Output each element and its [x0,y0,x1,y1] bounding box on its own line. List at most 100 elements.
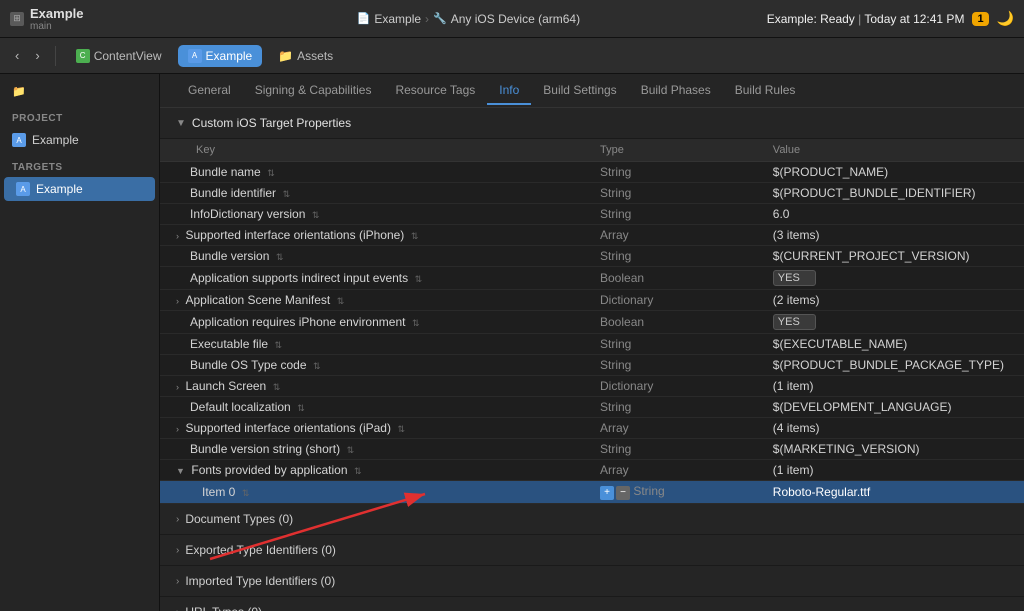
table-row[interactable]: › Supported interface orientations (iPad… [160,418,1024,439]
breadcrumb-device: Any iOS Device (arm64) [451,12,580,26]
url-types-label: URL Types (0) [185,605,262,611]
boolean-dropdown[interactable]: YES [773,314,816,330]
project-section-label: PROJECT [0,103,159,128]
sort-arrows-icon[interactable]: ⇅ [265,168,275,178]
expand-arrow-icon[interactable]: › [176,296,182,306]
sidebar-folder-item[interactable]: 📁 [0,80,159,103]
bottom-sections: › Document Types (0) › Exported Type Ide… [160,504,1024,611]
tab-general[interactable]: General [176,77,243,105]
tab-build-settings[interactable]: Build Settings [531,77,628,105]
table-row[interactable]: Item 0 ⇅+− StringRoboto-Regular.ttf [160,481,1024,504]
property-value: (1 item) [773,463,814,477]
property-type: String [600,186,631,200]
table-row[interactable]: Bundle OS Type code ⇅String$(PRODUCT_BUN… [160,355,1024,376]
sort-arrows-icon[interactable]: ⇅ [311,361,321,371]
table-row[interactable]: Application requires iPhone environment … [160,311,1024,334]
sort-arrows-icon[interactable]: ⇅ [239,488,249,498]
exported-chevron: › [176,545,179,556]
title-bar-breadcrumb: 📄 Example › 🔧 Any iOS Device (arm64) [170,12,767,26]
tab-info[interactable]: Info [487,77,531,105]
table-row[interactable]: Bundle identifier ⇅String$(PRODUCT_BUNDL… [160,183,1024,204]
add-item-button[interactable]: + [600,486,614,500]
folder-icon: 📁 [12,85,26,98]
sort-arrows-icon[interactable]: ⇅ [409,318,419,328]
remove-item-button[interactable]: − [616,486,630,500]
table-row[interactable]: Default localization ⇅String$(DEVELOPMEN… [160,397,1024,418]
expand-arrow-icon[interactable]: › [176,382,182,392]
boolean-dropdown[interactable]: YES [773,270,816,286]
tab-assets[interactable]: 📁 Assets [268,45,343,67]
nav-forward-button[interactable]: › [30,45,44,66]
tab-example[interactable]: A Example [178,45,263,67]
property-value: (1 item) [773,379,814,393]
section-imported-type[interactable]: › Imported Type Identifiers (0) [160,566,1024,597]
table-row[interactable]: › Launch Screen ⇅ Dictionary (1 item) [160,376,1024,397]
property-key: Launch Screen [186,379,267,393]
property-type: Dictionary [600,379,653,393]
header-type: Type [592,139,765,162]
property-value: Roboto-Regular.ttf [773,485,870,499]
expand-arrow-icon[interactable]: › [176,231,182,241]
sort-arrows-icon[interactable]: ⇅ [273,252,283,262]
expand-arrow-icon[interactable]: › [176,424,182,434]
sort-arrows-icon[interactable]: ⇅ [295,403,305,413]
table-row[interactable]: InfoDictionary version ⇅String6.0 [160,204,1024,225]
table-row[interactable]: › Supported interface orientations (iPho… [160,225,1024,246]
property-value: $(DEVELOPMENT_LANGUAGE) [773,400,952,414]
tab-build-rules[interactable]: Build Rules [723,77,808,105]
sort-arrows-icon[interactable]: ⇅ [270,382,280,392]
table-row[interactable]: Executable file ⇅String$(EXECUTABLE_NAME… [160,334,1024,355]
targets-section-label: TARGETS [0,152,159,177]
sort-arrows-icon[interactable]: ⇅ [395,424,405,434]
table-row[interactable]: Application supports indirect input even… [160,267,1024,290]
section-header[interactable]: ▼ Custom iOS Target Properties [160,108,1024,139]
table-row[interactable]: Bundle version ⇅String$(CURRENT_PROJECT_… [160,246,1024,267]
sort-arrows-icon[interactable]: ⇅ [412,274,422,284]
section-document-types[interactable]: › Document Types (0) [160,504,1024,535]
content-area: General Signing & Capabilities Resource … [160,74,1024,611]
property-type: Array [600,463,629,477]
imported-label: Imported Type Identifiers (0) [185,574,335,588]
breadcrumb-project: Example [374,12,421,26]
table-row[interactable]: Bundle name ⇅String$(PRODUCT_NAME) [160,162,1024,183]
sort-arrows-icon[interactable]: ⇅ [280,189,290,199]
property-type: String [600,337,631,351]
section-exported-type[interactable]: › Exported Type Identifiers (0) [160,535,1024,566]
property-value: 6.0 [773,207,790,221]
tab-contentview[interactable]: C ContentView [66,45,172,67]
property-type: Boolean [600,315,644,329]
nav-back-button[interactable]: ‹ [10,45,24,66]
property-type: Dictionary [600,293,653,307]
property-key: Bundle OS Type code [190,358,307,372]
warning-badge[interactable]: 1 [972,12,988,26]
tab-assets-label: Assets [297,49,333,63]
expand-arrow-icon[interactable]: ▼ [176,466,187,476]
toolbar: ‹ › C ContentView A Example 📁 Assets [0,38,1024,74]
add-remove-buttons: +− [600,486,630,500]
property-value: $(PRODUCT_BUNDLE_IDENTIFIER) [773,186,976,200]
property-value: $(MARKETING_VERSION) [773,442,920,456]
sort-arrows-icon[interactable]: ⇅ [272,340,282,350]
property-key: Bundle version [190,249,269,263]
sort-arrows-icon[interactable]: ⇅ [334,296,344,306]
tab-signing[interactable]: Signing & Capabilities [243,77,384,105]
section-url-types[interactable]: › URL Types (0) [160,597,1024,611]
sort-arrows-icon[interactable]: ⇅ [309,210,319,220]
tab-build-phases[interactable]: Build Phases [629,77,723,105]
table-row[interactable]: ▼ Fonts provided by application ⇅Array(1… [160,460,1024,481]
tab-contentview-label: ContentView [94,49,162,63]
section-chevron: ▼ [176,118,186,129]
tab-resource-tags[interactable]: Resource Tags [383,77,487,105]
table-row[interactable]: Bundle version string (short) ⇅String$(M… [160,439,1024,460]
sort-arrows-icon[interactable]: ⇅ [352,466,362,476]
property-key: Supported interface orientations (iPad) [186,421,391,435]
header-key: Key [160,139,592,162]
properties-table: Key Type Value Bundle name ⇅String$(PROD… [160,139,1024,504]
property-key: Application requires iPhone environment [190,315,405,329]
sidebar-item-example-project[interactable]: A Example [0,128,159,152]
sort-arrows-icon[interactable]: ⇅ [408,231,418,241]
table-row[interactable]: › Application Scene Manifest ⇅Dictionary… [160,290,1024,311]
sort-arrows-icon[interactable]: ⇅ [344,445,354,455]
assets-icon: 📁 [278,49,293,63]
sidebar-item-example-target[interactable]: A Example [4,177,155,201]
